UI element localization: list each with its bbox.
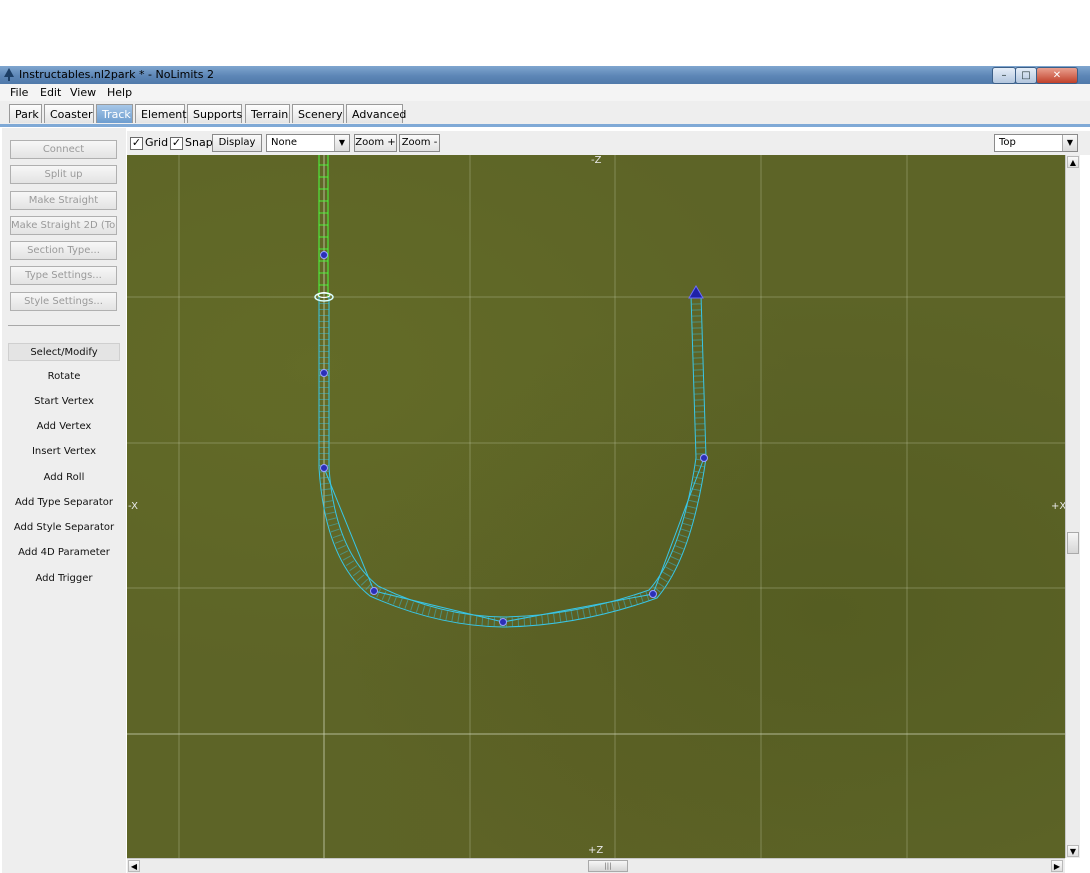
snap-label: Snap <box>185 136 213 149</box>
tool-add-style-separator[interactable]: Add Style Separator <box>8 519 120 537</box>
track-vertices[interactable] <box>320 251 708 626</box>
axis-label-pos-z: +Z <box>588 845 604 856</box>
tab-scenery[interactable]: Scenery <box>292 104 344 123</box>
grid-label: Grid <box>145 136 169 149</box>
track-end-marker-icon[interactable] <box>688 285 704 299</box>
zoom-out-button[interactable]: Zoom - <box>399 134 440 152</box>
vertical-scroll-thumb[interactable] <box>1067 532 1079 554</box>
vertex-point[interactable] <box>370 587 378 595</box>
display-button[interactable]: Display <box>212 134 262 152</box>
track-spline[interactable] <box>318 294 707 628</box>
minimize-button[interactable]: – <box>992 67 1016 84</box>
panel-divider <box>8 325 120 326</box>
horizontal-scroll-thumb[interactable]: ||| <box>588 860 628 872</box>
viewport-canvas[interactable] <box>127 155 1065 858</box>
menu-help[interactable]: Help <box>107 86 132 99</box>
axis-label-pos-x: +X <box>1051 501 1065 512</box>
tool-add-vertex[interactable]: Add Vertex <box>8 418 120 436</box>
tool-select-modify[interactable]: Select/Modify <box>8 343 120 361</box>
make-straight-button[interactable]: Make Straight <box>10 191 117 210</box>
tool-add-roll[interactable]: Add Roll <box>8 469 120 487</box>
tab-coaster[interactable]: Coaster <box>44 104 94 123</box>
chevron-down-icon: ▼ <box>1062 135 1077 151</box>
tab-advanced[interactable]: Advanced <box>346 104 406 123</box>
scroll-up-icon[interactable]: ▲ <box>1067 156 1079 168</box>
scroll-right-icon[interactable]: ▶ <box>1051 860 1063 872</box>
maximize-button[interactable]: □ <box>1015 67 1037 84</box>
tab-park[interactable]: Park <box>9 104 42 123</box>
vertex-point[interactable] <box>320 251 328 259</box>
vertex-point[interactable] <box>700 454 708 462</box>
menu-view[interactable]: View <box>70 86 96 99</box>
axis-label-neg-z: -Z <box>591 155 602 166</box>
vertex-point[interactable] <box>649 590 657 598</box>
scroll-left-icon[interactable]: ◀ <box>128 860 140 872</box>
tab-element[interactable]: Element <box>135 104 187 123</box>
axis-label-neg-x: -X <box>128 501 138 512</box>
vertex-point[interactable] <box>320 369 328 377</box>
close-button[interactable]: ✕ <box>1036 67 1078 84</box>
style-settings-button[interactable]: Style Settings... <box>10 292 117 311</box>
vertical-scrollbar[interactable]: ▲ ▼ <box>1065 155 1080 858</box>
menu-bar: File Edit View Help <box>0 84 1090 102</box>
tool-insert-vertex[interactable]: Insert Vertex <box>8 443 120 461</box>
tool-rotate[interactable]: Rotate <box>8 368 120 386</box>
display-mode-select[interactable]: None ▼ <box>266 134 350 152</box>
vertex-point[interactable] <box>499 618 507 626</box>
connect-button[interactable]: Connect <box>10 140 117 159</box>
display-mode-value: None <box>271 137 298 148</box>
tool-start-vertex[interactable]: Start Vertex <box>8 393 120 411</box>
zoom-in-button[interactable]: Zoom + <box>354 134 397 152</box>
split-up-button[interactable]: Split up <box>10 165 117 184</box>
make-straight-2d-button[interactable]: Make Straight 2D (Top) <box>10 216 117 235</box>
menu-file[interactable]: File <box>10 86 28 99</box>
chevron-down-icon: ▼ <box>334 135 349 151</box>
view-direction-value: Top <box>999 137 1016 148</box>
tool-add-trigger[interactable]: Add Trigger <box>8 570 120 588</box>
scroll-down-icon[interactable]: ▼ <box>1067 845 1079 857</box>
tool-add-type-separator[interactable]: Add Type Separator <box>8 494 120 512</box>
app-tree-icon <box>4 68 14 81</box>
menu-edit[interactable]: Edit <box>40 86 61 99</box>
horizontal-scrollbar[interactable]: ◀ ||| ▶ <box>127 858 1065 873</box>
track-editor-viewport[interactable]: -Z +Z -X +X <box>127 155 1065 858</box>
tab-underline <box>0 124 1090 127</box>
type-settings-button[interactable]: Type Settings... <box>10 266 117 285</box>
tab-supports[interactable]: Supports <box>187 104 242 123</box>
vertex-point[interactable] <box>320 464 328 472</box>
grid-lines <box>127 155 1065 858</box>
view-direction-select[interactable]: Top ▼ <box>994 134 1078 152</box>
grid-checkbox[interactable]: ✓ <box>130 137 143 150</box>
snap-checkbox[interactable]: ✓ <box>170 137 183 150</box>
window-title-bar[interactable]: Instructables.nl2park * - NoLimits 2 – □… <box>0 66 1090 84</box>
section-type-button[interactable]: Section Type... <box>10 241 117 260</box>
tab-terrain[interactable]: Terrain <box>245 104 290 123</box>
tool-add-4d-parameter[interactable]: Add 4D Parameter <box>8 544 120 562</box>
tab-track[interactable]: Track <box>96 104 133 123</box>
window-title: Instructables.nl2park * - NoLimits 2 <box>19 68 214 81</box>
